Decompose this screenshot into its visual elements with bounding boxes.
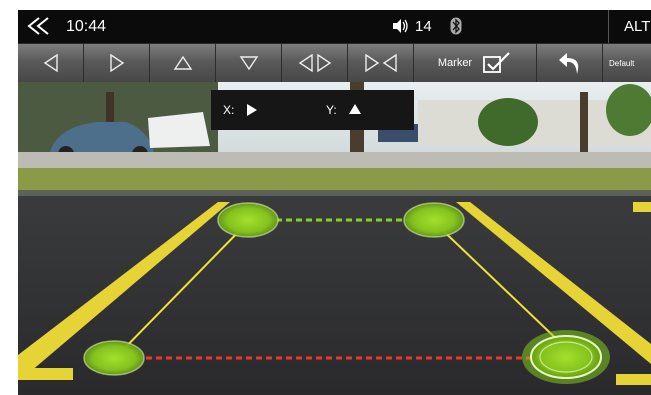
widen-button[interactable] bbox=[282, 44, 348, 82]
bluetooth-icon bbox=[450, 17, 462, 35]
status-bar: 10:44 14 ALT bbox=[18, 10, 651, 43]
parking-line-right-base bbox=[616, 374, 651, 385]
move-up-button[interactable] bbox=[150, 44, 216, 82]
speaker-icon bbox=[393, 19, 408, 33]
adjustment-toolbar: Marker Default bbox=[18, 44, 651, 82]
parked-van bbox=[148, 112, 210, 148]
parking-line-left-base bbox=[18, 368, 73, 380]
guide-marker-far-left[interactable] bbox=[217, 202, 279, 238]
guide-marker-near-left[interactable] bbox=[83, 340, 145, 376]
volume-level: 14 bbox=[415, 17, 432, 35]
marker-toggle[interactable]: Marker bbox=[414, 44, 537, 82]
undo-arrow-icon bbox=[558, 53, 578, 74]
move-down-button[interactable] bbox=[216, 44, 282, 82]
triangle-down-icon bbox=[239, 56, 258, 71]
volume-indicator[interactable]: 14 bbox=[391, 17, 462, 35]
triangle-up-icon bbox=[173, 55, 192, 70]
shrub bbox=[478, 98, 538, 146]
alt-button[interactable]: ALT bbox=[624, 18, 650, 35]
status-divider bbox=[608, 10, 609, 43]
parking-line-far-right bbox=[633, 202, 651, 212]
double-chevron-back-icon[interactable] bbox=[26, 16, 58, 41]
undo-button[interactable] bbox=[537, 44, 603, 82]
guide-marker-far-right[interactable] bbox=[403, 202, 465, 238]
move-left-button[interactable] bbox=[18, 44, 84, 82]
clock-time: 10:44 bbox=[66, 18, 107, 35]
grass-strip bbox=[18, 168, 651, 192]
x-label: X: bbox=[223, 103, 235, 117]
triangle-right-icon bbox=[247, 104, 257, 116]
narrow-button[interactable] bbox=[348, 44, 414, 82]
move-right-button[interactable] bbox=[84, 44, 150, 82]
default-button[interactable]: Default bbox=[603, 44, 651, 82]
camera-screen: 10:44 14 ALT Marker Default X: Y: bbox=[18, 10, 651, 395]
triangle-left-icon bbox=[43, 53, 58, 73]
marker-label: Marker bbox=[437, 57, 473, 69]
tree-trunk bbox=[580, 92, 588, 152]
y-label: Y: bbox=[326, 103, 337, 117]
checkbox-checked-icon bbox=[483, 52, 510, 73]
curb bbox=[18, 190, 651, 196]
pinch-horizontal-icon bbox=[364, 53, 397, 73]
xy-position-panel: X: Y: bbox=[211, 90, 414, 130]
triangle-right-icon bbox=[109, 53, 124, 73]
default-label: Default bbox=[609, 58, 635, 68]
triangle-up-icon bbox=[349, 104, 361, 114]
spread-horizontal-icon bbox=[298, 53, 331, 73]
